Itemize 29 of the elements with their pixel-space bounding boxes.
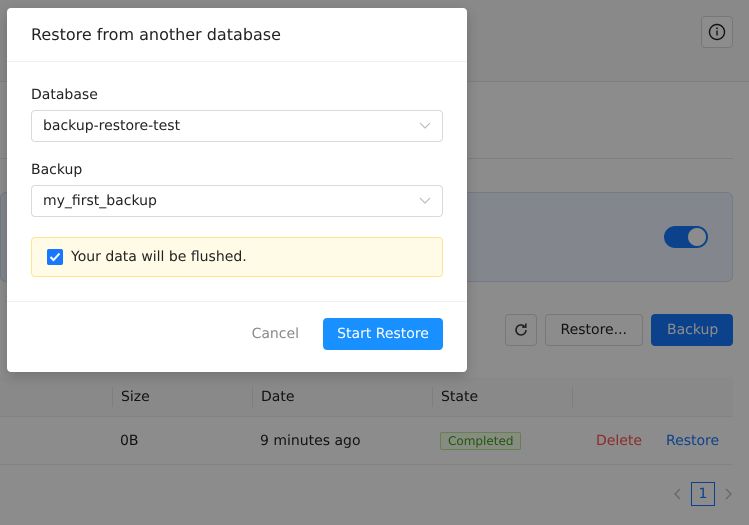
restore-button[interactable]: Restore... bbox=[544, 314, 643, 346]
start-restore-button[interactable]: Start Restore bbox=[323, 318, 443, 350]
chevron-down-icon bbox=[419, 197, 431, 205]
info-button[interactable] bbox=[701, 16, 733, 48]
previous-icon bbox=[673, 488, 683, 500]
status-tag: Completed bbox=[440, 432, 522, 450]
refresh-icon bbox=[512, 322, 529, 338]
dialog-title: Restore from another database bbox=[31, 25, 281, 44]
restore-link[interactable]: Restore bbox=[666, 432, 720, 448]
column-header: Date bbox=[261, 388, 294, 404]
field-label: Backup bbox=[31, 162, 84, 178]
checkbox[interactable] bbox=[47, 249, 63, 265]
toggle-switch[interactable] bbox=[664, 226, 708, 248]
page-button[interactable]: 1 bbox=[691, 482, 715, 506]
checkbox-label: Your data will be flushed. bbox=[71, 249, 247, 265]
table-cell: 0B bbox=[120, 432, 139, 448]
field-label: Database bbox=[31, 87, 99, 103]
backup-button[interactable]: Backup bbox=[651, 314, 733, 346]
column-header: Size bbox=[121, 388, 150, 404]
delete-link[interactable]: Delete bbox=[596, 432, 642, 448]
table-cell: 9 minutes ago bbox=[260, 432, 361, 448]
column-header: State bbox=[441, 388, 478, 404]
chevron-down-icon bbox=[419, 122, 431, 130]
select-field[interactable]: backup-restore-test bbox=[31, 110, 443, 142]
refresh-button[interactable] bbox=[504, 314, 537, 346]
info-icon bbox=[708, 23, 726, 41]
next-icon bbox=[723, 488, 733, 500]
cancel-button[interactable]: Cancel bbox=[236, 318, 315, 350]
select-field[interactable]: my_first_backup bbox=[31, 185, 443, 217]
